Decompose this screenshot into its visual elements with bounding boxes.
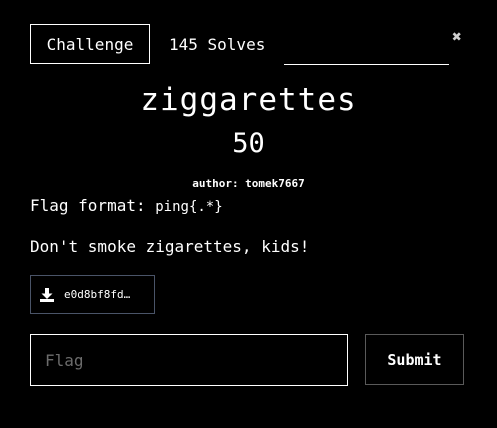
tab-solves[interactable]: 145 Solves [169,24,265,64]
flag-format-label: Flag format: [30,196,156,215]
challenge-description: Don't smoke zigarettes, kids! [30,237,310,256]
challenge-title: ziggarettes [140,82,357,118]
download-icon [40,287,54,302]
file-name: e0d8bf8fd… [64,288,131,301]
challenge-author: author: tomek7667 [192,177,305,190]
challenge-points: 50 [232,128,265,159]
submit-button[interactable]: Submit [365,334,464,385]
file-download-button[interactable]: e0d8bf8fd… [30,275,155,314]
flag-format-line: Flag format: ping{.*} [30,196,223,215]
tab-underline [284,64,449,65]
flag-format-code: ping{.*} [155,199,223,215]
flag-input[interactable] [30,334,348,386]
close-icon[interactable]: ✖ [449,27,465,46]
tab-challenge[interactable]: Challenge [30,24,150,64]
